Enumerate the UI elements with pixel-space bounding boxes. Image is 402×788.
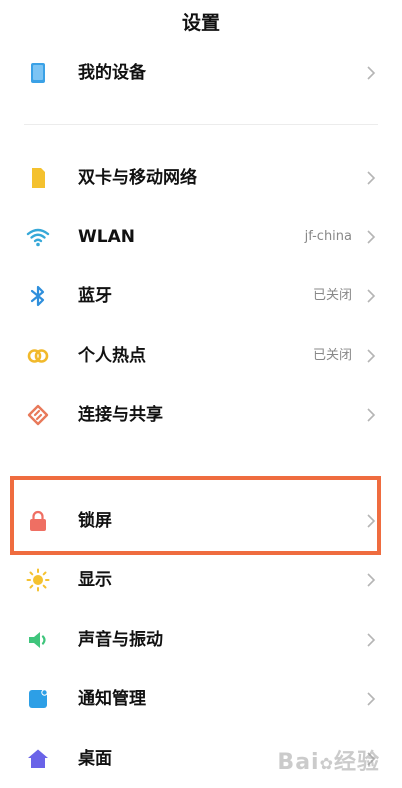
settings-item-label: 蓝牙 [78, 286, 112, 306]
chevron-right-icon [367, 408, 376, 422]
settings-item-notifications[interactable]: 通知管理 [0, 670, 402, 728]
sim-card-icon [32, 168, 45, 188]
wifi-icon [26, 228, 50, 247]
settings-item-display[interactable]: 显示 [0, 551, 402, 609]
chevron-right-icon [367, 633, 376, 647]
phone-device-icon [31, 63, 45, 83]
chevron-right-icon [367, 692, 376, 706]
chevron-right-icon [367, 573, 376, 587]
settings-item-label: 我的设备 [78, 63, 146, 83]
watermark-text-2: 经验 [333, 750, 380, 775]
settings-item-sound-vibration[interactable]: 声音与振动 [0, 611, 402, 669]
home-icon [28, 749, 48, 768]
settings-item-label: 双卡与移动网络 [78, 168, 197, 188]
settings-item-label: 声音与振动 [78, 630, 163, 650]
chevron-right-icon [367, 349, 376, 363]
notification-icon [29, 689, 48, 708]
chevron-right-icon [367, 230, 376, 244]
settings-item-connection-share[interactable]: 连接与共享 [0, 386, 402, 444]
settings-item-label: 桌面 [78, 749, 112, 769]
hotspot-status: 已关闭 [312, 348, 352, 363]
watermark-text: Bai [277, 750, 320, 775]
bluetooth-icon [30, 285, 45, 307]
settings-item-sim-network[interactable]: 双卡与移动网络 [0, 149, 402, 207]
wlan-network-name: jf-china [304, 229, 352, 244]
settings-item-wlan[interactable]: WLAN jf-china [0, 208, 402, 266]
baidu-watermark: Bai✿经验 [277, 744, 380, 775]
section-divider [24, 124, 378, 125]
bluetooth-status: 已关闭 [312, 288, 352, 303]
settings-item-bluetooth[interactable]: 蓝牙 已关闭 [0, 267, 402, 325]
highlight-box [10, 476, 381, 555]
chevron-right-icon [367, 171, 376, 185]
settings-item-my-device[interactable]: 我的设备 [0, 44, 402, 102]
speaker-icon [29, 632, 46, 648]
chevron-right-icon [367, 289, 376, 303]
settings-item-label: 个人热点 [78, 346, 146, 366]
hotspot-icon [27, 349, 49, 363]
settings-item-label: WLAN [78, 227, 135, 247]
paw-icon: ✿ [319, 754, 334, 773]
settings-item-label: 显示 [78, 570, 112, 590]
chevron-right-icon [367, 66, 376, 80]
page-title: 设置 [181, 12, 220, 34]
settings-item-label: 通知管理 [78, 689, 146, 709]
settings-item-hotspot[interactable]: 个人热点 已关闭 [0, 327, 402, 385]
settings-item-label: 连接与共享 [78, 405, 163, 425]
connection-share-icon [27, 404, 49, 426]
sun-icon [26, 568, 50, 592]
